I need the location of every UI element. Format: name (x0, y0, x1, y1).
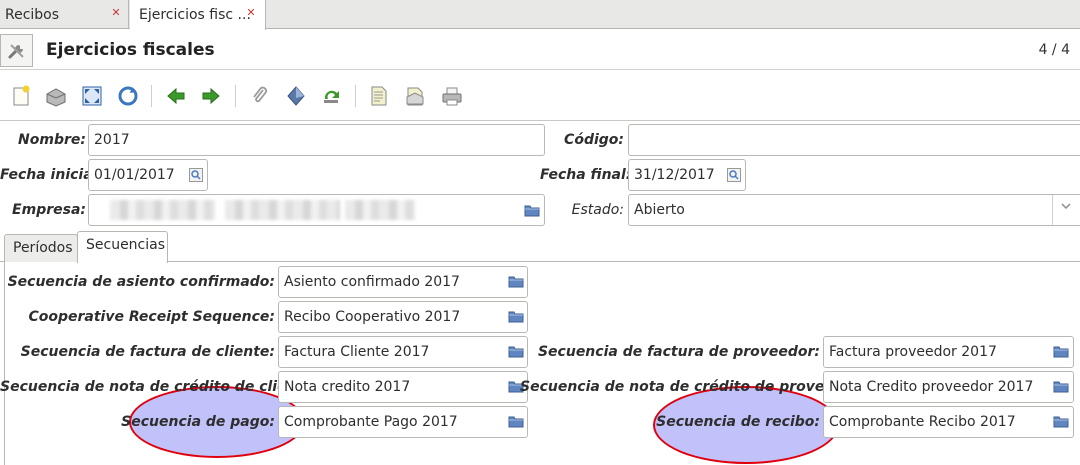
tab-label: Ejercicios fisc ... (139, 7, 251, 23)
tab-label: Recibos (5, 6, 60, 23)
date-picker-icon[interactable] (727, 168, 743, 182)
cooperative-receipt-value: Recibo Cooperativo 2017 (284, 309, 461, 325)
tools-icon[interactable] (0, 34, 33, 67)
nota-credito-cliente-value: Nota credito 2017 (284, 379, 411, 395)
estado-value: Abierto (634, 202, 685, 218)
folder-icon[interactable] (1053, 379, 1069, 393)
secuencia-pago-field[interactable]: Comprobante Pago 2017 (278, 406, 528, 438)
secuencia-recibo-label: Secuencia de recibo: (656, 414, 820, 430)
date-picker-icon[interactable] (189, 168, 205, 182)
save-icon[interactable] (44, 84, 68, 108)
nota-credito-cliente-field[interactable]: Nota credito 2017 (278, 371, 528, 403)
cooperative-receipt-field[interactable]: Recibo Cooperativo 2017 (278, 301, 528, 333)
reload-icon[interactable] (116, 84, 140, 108)
print-icon[interactable] (440, 84, 464, 108)
chevron-down-icon[interactable] (1060, 200, 1074, 216)
tab-ejercicios-fiscales[interactable]: Ejercicios fisc ... ✕ (130, 0, 266, 30)
factura-cliente-field[interactable]: Factura Cliente 2017 (278, 336, 528, 368)
redacted-value (225, 200, 340, 220)
fecha-final-label: Fecha final: (540, 167, 632, 183)
next-icon[interactable] (199, 84, 223, 108)
codigo-label: Código: (564, 132, 624, 148)
toolbar-separator (355, 85, 356, 107)
folder-icon[interactable] (1053, 414, 1069, 428)
select-divider (1052, 195, 1053, 225)
folder-icon[interactable] (508, 274, 524, 288)
secuencia-recibo-value: Comprobante Recibo 2017 (829, 414, 1016, 430)
tab-secuencias[interactable]: Secuencias (77, 231, 168, 263)
folder-icon[interactable] (508, 344, 524, 358)
tab-periodos[interactable]: Períodos (4, 234, 78, 262)
nombre-field[interactable]: 2017 (88, 124, 545, 156)
new-record-icon[interactable] (9, 84, 33, 108)
redacted-value (110, 200, 215, 220)
relate-icon[interactable] (320, 84, 344, 108)
factura-cliente-label: Secuencia de factura de cliente: (20, 344, 275, 360)
nota-credito-proveedor-label: Secuencia de nota de crédito de proveedo… (520, 379, 867, 395)
tab-recibos[interactable]: Recibos ✕ (0, 0, 129, 29)
folder-icon[interactable] (524, 203, 540, 217)
estado-label: Estado: (571, 202, 624, 218)
fullscreen-icon[interactable] (80, 84, 104, 108)
secuencia-asiento-field[interactable]: Asiento confirmado 2017 (278, 266, 528, 298)
actions-icon[interactable] (284, 84, 308, 108)
toolbar (0, 71, 1080, 121)
folder-icon[interactable] (508, 309, 524, 323)
previous-icon[interactable] (164, 84, 188, 108)
empresa-label: Empresa: (12, 202, 86, 218)
report-icon[interactable] (367, 84, 391, 108)
record-counter: 4 / 4 (1038, 42, 1070, 58)
secuencia-recibo-field[interactable]: Comprobante Recibo 2017 (823, 406, 1074, 438)
folder-icon[interactable] (1053, 344, 1069, 358)
factura-proveedor-value: Factura proveedor 2017 (829, 344, 997, 360)
factura-proveedor-label: Secuencia de factura de proveedor: (537, 344, 820, 360)
nombre-value: 2017 (94, 132, 130, 148)
secuencia-pago-value: Comprobante Pago 2017 (284, 414, 458, 430)
toolbar-separator (151, 85, 152, 107)
toolbar-separator (235, 85, 236, 107)
secuencia-asiento-label: Secuencia de asiento confirmado: (7, 274, 275, 290)
secuencia-asiento-value: Asiento confirmado 2017 (284, 274, 460, 290)
factura-cliente-value: Factura Cliente 2017 (284, 344, 430, 360)
close-icon[interactable]: ✕ (110, 7, 122, 19)
nota-credito-proveedor-field[interactable]: Nota Credito proveedor 2017 (823, 371, 1074, 403)
fecha-inicial-label: Fecha inicial: (0, 167, 104, 183)
email-icon[interactable] (403, 84, 427, 108)
secuencia-pago-label: Secuencia de pago: (121, 414, 275, 430)
cooperative-receipt-label: Cooperative Receipt Sequence: (28, 309, 275, 325)
folder-icon[interactable] (508, 414, 524, 428)
nota-credito-cliente-label: Secuencia de nota de crédito de cliente: (0, 379, 319, 395)
nombre-label: Nombre: (18, 132, 86, 148)
factura-proveedor-field[interactable]: Factura proveedor 2017 (823, 336, 1074, 368)
close-icon[interactable]: ✕ (245, 7, 257, 19)
redacted-value (345, 200, 415, 220)
attachment-icon[interactable] (248, 84, 272, 108)
codigo-field[interactable] (628, 124, 1080, 156)
page-title: Ejercicios fiscales (46, 40, 215, 60)
nota-credito-proveedor-value: Nota Credito proveedor 2017 (829, 379, 1034, 395)
estado-select[interactable]: Abierto (628, 194, 1080, 226)
